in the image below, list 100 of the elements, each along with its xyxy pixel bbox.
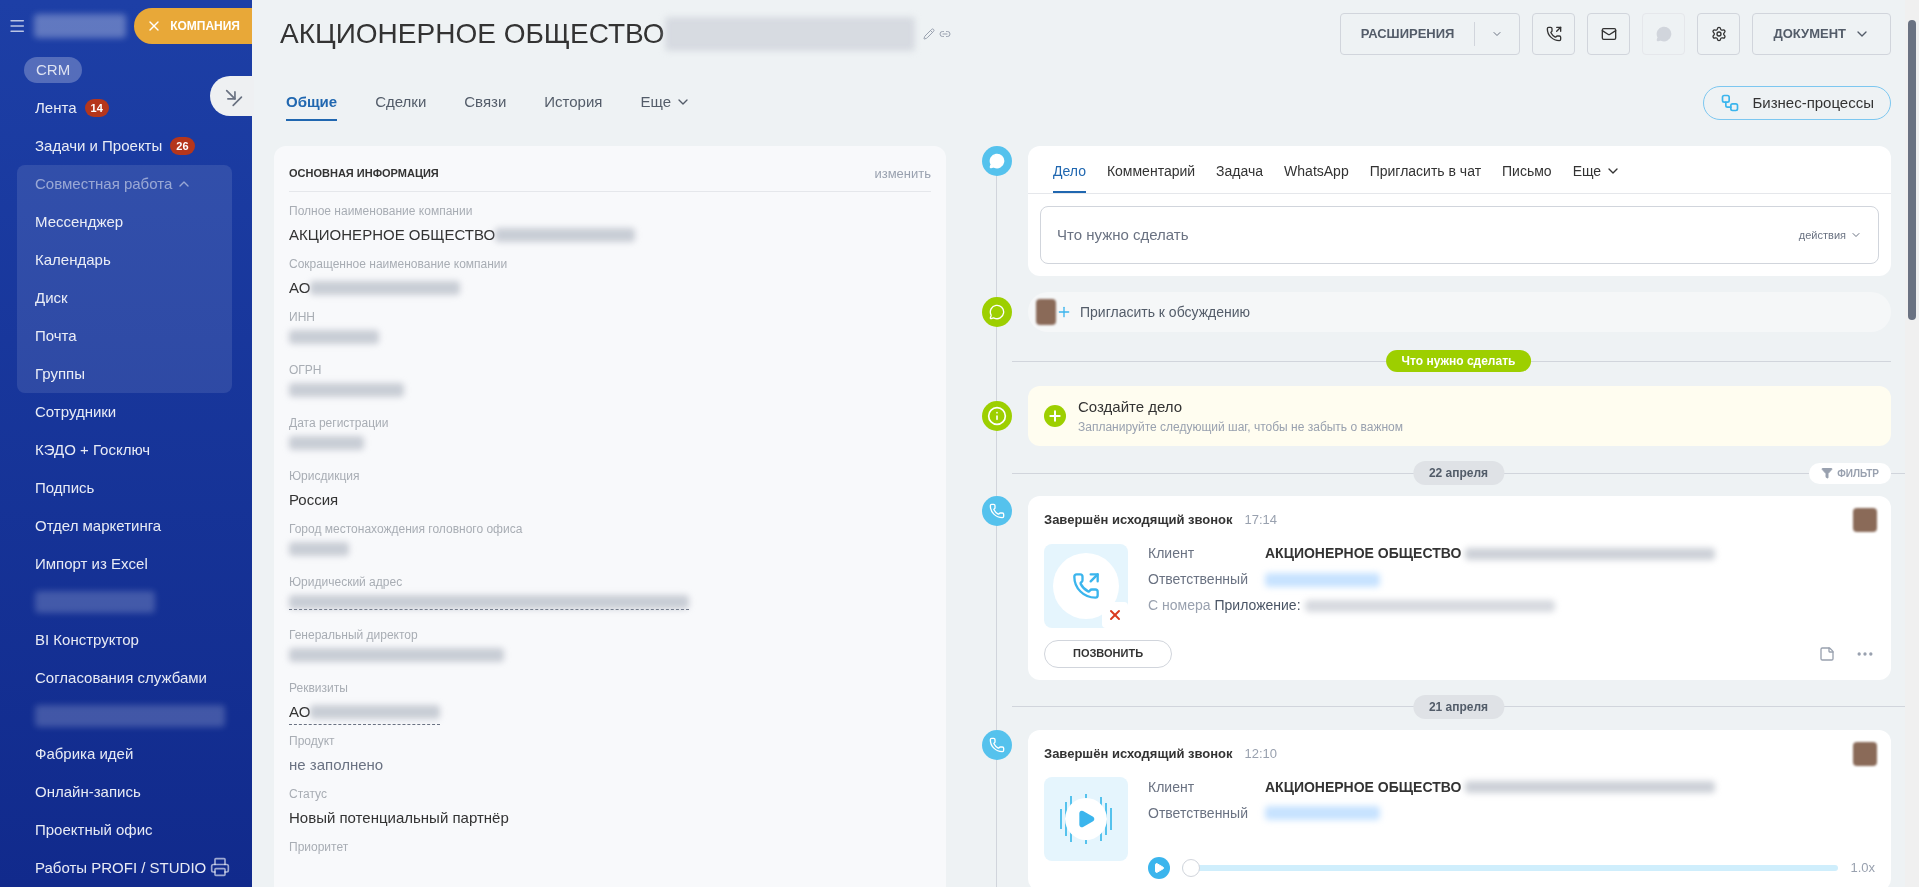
entry-time: 12:10 [1244,744,1278,763]
sidebar-item[interactable]: BI Конструктор [35,628,139,652]
missed-call-icon [1044,543,1128,628]
sidebar-item[interactable]: Проектный офис [35,818,153,842]
client-label: Клиент [1148,777,1196,797]
composer-tab[interactable]: Задача [1216,151,1264,193]
composer-tab[interactable]: Пригласить в чат [1369,151,1482,193]
field-label: Статус [289,786,328,803]
settings-button[interactable] [1697,13,1741,55]
call-icon [982,496,1012,526]
audio-slider[interactable] [1182,858,1839,878]
field-label: ОГРН [289,362,323,379]
play-icon [1153,862,1165,874]
entry-title: Завершён исходящий звонок [1044,744,1233,763]
filter-icon [1821,467,1834,479]
client-name: АКЦИОНЕРНОЕ ОБЩЕСТВО [1265,544,1462,563]
tab[interactable]: Еще [640,85,691,121]
date-pill: 22 апреля [1412,461,1505,485]
sidebar-item[interactable]: Подпись [35,476,95,500]
sidebar-item[interactable]: Почта [35,324,77,348]
counter-badge: 14 [84,98,109,118]
composer-tab[interactable]: Еще [1572,151,1622,193]
entry-time: 17:14 [1244,511,1278,529]
plus-icon [1056,304,1072,320]
section-divider-pill: Что нужно сделать [1385,350,1532,372]
link-icon[interactable] [938,28,951,40]
field-label: Юрисдикция [289,468,361,485]
composer-tab[interactable]: Комментарий [1106,151,1196,193]
sidebar-item[interactable]: Задачи и Проекты [35,134,163,158]
call-button[interactable] [1532,13,1576,55]
crm-pill[interactable]: CRM [24,56,83,84]
sidebar-item[interactable]: Сотрудники [35,400,117,424]
avatar [1853,741,1877,766]
field-label: Приоритет [289,839,350,856]
envelope-icon [1600,26,1617,42]
page-title: АКЦИОНЕРНОЕ ОБЩЕСТВО [280,17,665,51]
sidebar-item[interactable]: Диск [35,286,68,310]
field-label: Дата регистрации [289,415,390,432]
scrollbar[interactable] [1905,0,1919,887]
composer-tab[interactable]: Письмо [1502,151,1552,193]
field-label: Продукт [289,733,336,750]
collapse-button[interactable] [210,76,254,116]
counter-badge: 26 [170,136,195,156]
sidebar-item[interactable]: Отдел маркетинга [35,514,162,538]
entry-title: Завершён исходящий звонок [1044,511,1233,529]
sidebar-item[interactable]: Мессенджер [35,210,124,234]
settings-icon [1710,26,1727,42]
play-button[interactable] [1148,857,1170,879]
field-label: Генеральный директор [289,627,419,644]
sidebar-item[interactable]: Фабрика идей [35,742,134,766]
field-value: Новый потенциальный партнёр [289,808,509,828]
from-value: Приложение: [1214,596,1301,615]
workflow-icon [1720,93,1741,113]
field-value: не заполнено [289,755,384,775]
composer-tab[interactable]: Дело [1053,151,1086,193]
todo-field[interactable]: Что нужно сделать действия [1040,206,1879,264]
add-icon[interactable] [1044,405,1066,427]
field-label: Город местонахождения головного офиса [289,521,524,538]
tab[interactable]: История [544,85,603,121]
composer-tab[interactable]: WhatsApp [1284,151,1349,193]
note-icon[interactable] [1819,645,1835,662]
info-icon [982,401,1012,431]
from-label: С номера [1148,596,1211,615]
field-label: ИНН [289,309,316,326]
recording-icon [1044,777,1128,861]
tab[interactable]: Общие [286,85,338,121]
sidebar-item[interactable]: Работы PROFI / STUDIO [35,856,207,880]
create-task-title: Создайте дело [1078,396,1184,417]
sidebar-item[interactable]: Календарь [35,248,111,272]
sidebar-item[interactable]: Согласования службами [35,666,207,690]
blurred-text [289,542,349,556]
sidebar-item[interactable]: Онлайн-запись [35,780,141,804]
field-value: АО [289,278,311,298]
tab[interactable]: Сделки [375,85,427,121]
field-value: Россия [289,490,339,510]
document-button[interactable]: ДОКУМЕНТ [1752,13,1891,55]
invite-bar[interactable]: Пригласить к обсуждению [1028,292,1891,332]
client-name: АКЦИОНЕРНОЕ ОБЩЕСТВО [1265,777,1462,797]
field-label: Полное наименование компании [289,203,474,220]
email-button[interactable] [1587,13,1631,55]
phone-icon [1545,26,1562,42]
printer-icon[interactable] [210,857,230,877]
tab[interactable]: Связи [464,85,507,121]
edit-icon[interactable] [922,28,935,40]
avatar [1853,508,1877,532]
invite-text: Пригласить к обсуждению [1080,302,1251,322]
field-value: АО [289,702,311,722]
field-label: Сокращенное наименование компании [289,256,509,273]
actions-dropdown[interactable]: действия [1798,226,1862,244]
responsible-label: Ответственный [1148,803,1249,823]
sidebar-item[interactable]: КЭДО + Госключ [35,438,151,462]
sidebar-item[interactable]: Группы [35,362,85,386]
field-label: Юридический адрес [289,574,404,591]
chat-icon [982,297,1012,327]
avatar [1036,299,1056,325]
sidebar-item[interactable]: Импорт из Excel [35,552,148,576]
sidebar-item[interactable]: Лента [35,96,77,120]
comment-icon [982,146,1012,176]
chat-button[interactable] [1642,13,1686,55]
responsible-label: Ответственный [1148,570,1249,589]
